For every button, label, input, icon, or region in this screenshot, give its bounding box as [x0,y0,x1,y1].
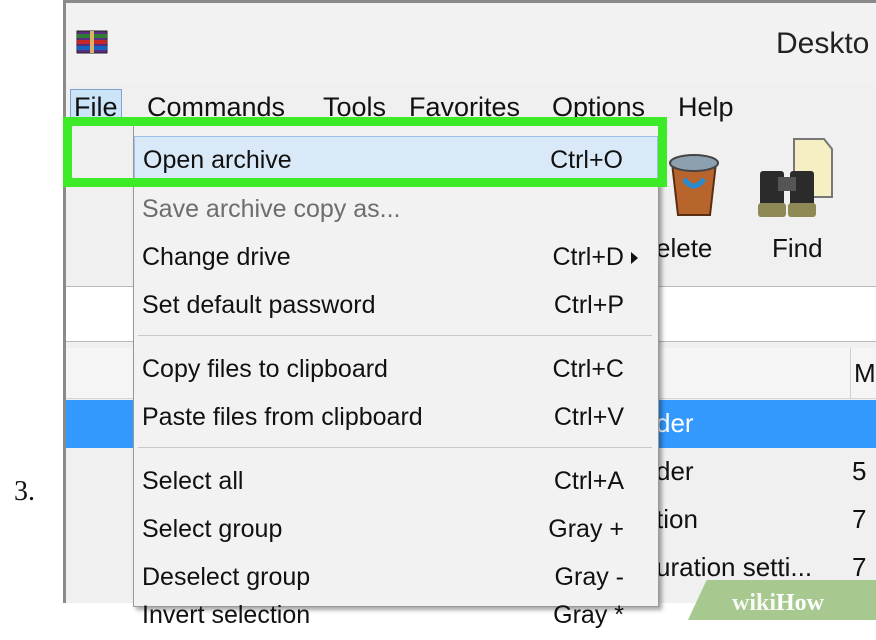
menu-item-label: Deselect group [142,563,311,591]
title-bar: Deskto [66,3,876,84]
file-name: tion [656,504,698,534]
menu-item-shortcut: Gray * [553,601,624,629]
menu-item-label: Paste files from clipboard [142,403,423,431]
column-separator[interactable] [850,348,851,398]
step-number: 3. [14,476,35,507]
menu-item-label: Copy files to clipboard [142,355,388,383]
menu-separator [138,335,652,336]
column-header-modified[interactable]: M [854,358,876,389]
file-size: 7 [852,552,867,582]
menu-item-save-archive-copy[interactable]: Save archive copy as... [134,186,658,234]
menu-item-shortcut: Ctrl+D [552,243,624,271]
wikihow-watermark: wikiHow [732,590,824,617]
file-menu-dropdown: Open archive Ctrl+O Save archive copy as… [133,126,659,629]
menu-item-select-all[interactable]: Select all Ctrl+A [134,458,658,506]
menu-item-set-default-password[interactable]: Set default password Ctrl+P [134,282,658,330]
menu-item-label: Change drive [142,243,291,271]
menu-item-label: Select group [142,515,283,543]
binoculars-icon [758,138,833,217]
menu-item-label: Select all [142,467,244,495]
file-name: ile [656,598,682,603]
winrar-app-icon[interactable] [76,29,108,55]
menu-item-shortcut: Gray + [548,515,624,543]
highlight-annotation-box [63,117,667,187]
file-name: der [656,408,694,438]
menu-item-label: Invert selection [142,601,311,629]
file-size: 7 [852,504,867,534]
delete-icon [669,154,719,216]
menu-item-shortcut: Ctrl+V [553,403,624,431]
menu-item-label: Set default password [142,291,376,319]
menu-separator [138,447,652,448]
watermark-part1: wiki [732,590,777,616]
file-name: uration setti... [656,552,813,582]
menu-item-change-drive[interactable]: Change drive Ctrl+D [134,234,658,282]
find-label: Find [772,233,823,263]
menu-item-shortcut: Ctrl+A [553,467,624,495]
file-name: der [656,456,694,486]
menu-item-invert-selection[interactable]: Invert selection Gray * [134,592,658,640]
file-size: 5 [852,456,867,486]
menu-item-select-group[interactable]: Select group Gray + [134,506,658,554]
delete-label: elete [656,233,713,263]
menu-item-label: Save archive copy as... [142,195,401,223]
window-title: Deskto [776,27,870,60]
menu-item-copy-files[interactable]: Copy files to clipboard Ctrl+C [134,346,658,394]
menu-item-shortcut: Ctrl+C [552,355,624,383]
submenu-arrow-icon [631,252,638,264]
menu-item-shortcut: Ctrl+P [553,291,624,319]
watermark-part2: How [776,590,825,616]
menu-item-shortcut: Gray - [554,563,624,591]
menu-item-paste-files[interactable]: Paste files from clipboard Ctrl+V [134,394,658,442]
menu-help[interactable]: Help [675,89,737,125]
